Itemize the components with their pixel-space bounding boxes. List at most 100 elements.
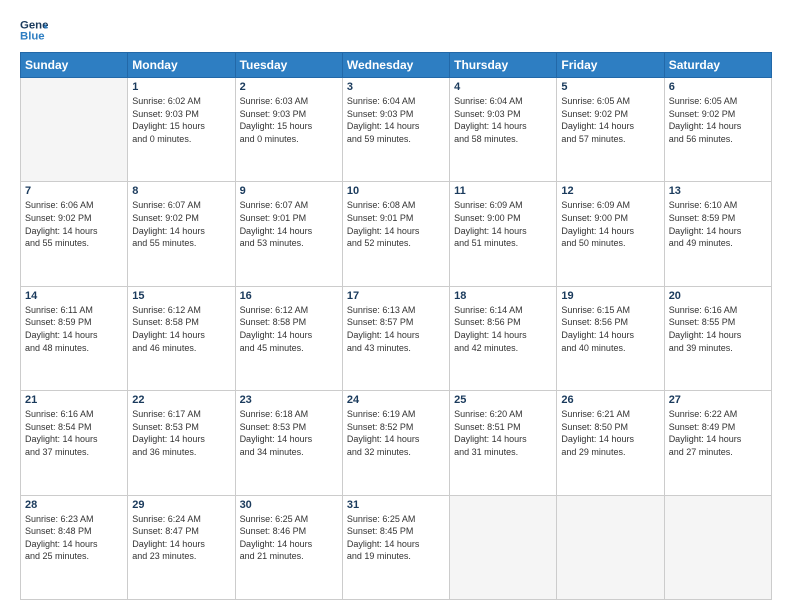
- calendar-cell: 7 Sunrise: 6:06 AM Sunset: 9:02 PM Daylig…: [21, 182, 128, 286]
- day-info: Sunrise: 6:13 AM Sunset: 8:57 PM Dayligh…: [347, 304, 445, 354]
- calendar-cell: 28 Sunrise: 6:23 AM Sunset: 8:48 PM Dayli…: [21, 495, 128, 599]
- day-info: Sunrise: 6:09 AM Sunset: 9:00 PM Dayligh…: [561, 199, 659, 249]
- calendar-cell: 20 Sunrise: 6:16 AM Sunset: 8:55 PM Dayli…: [664, 286, 771, 390]
- day-info: Sunrise: 6:05 AM Sunset: 9:02 PM Dayligh…: [669, 95, 767, 145]
- day-number: 22: [132, 394, 230, 406]
- day-number: 25: [454, 394, 552, 406]
- day-number: 5: [561, 81, 659, 93]
- calendar-cell: 3Sunrise: 6:04 AM Sunset: 9:03 PM Daylig…: [342, 78, 449, 182]
- day-number: 3: [347, 81, 445, 93]
- day-info: Sunrise: 6:25 AM Sunset: 8:46 PM Dayligh…: [240, 513, 338, 563]
- calendar-cell: 24 Sunrise: 6:19 AM Sunset: 8:52 PM Dayli…: [342, 391, 449, 495]
- day-info: Sunrise: 6:19 AM Sunset: 8:52 PM Dayligh…: [347, 408, 445, 458]
- week-row: 21 Sunrise: 6:16 AM Sunset: 8:54 PM Dayli…: [21, 391, 772, 495]
- day-number: 7: [25, 185, 123, 197]
- calendar-cell: 2 Sunrise: 6:03 AM Sunset: 9:03 PM Daylig…: [235, 78, 342, 182]
- calendar-cell: [21, 78, 128, 182]
- weekday-header-cell: Tuesday: [235, 53, 342, 78]
- day-number: 18: [454, 290, 552, 302]
- calendar-cell: 21 Sunrise: 6:16 AM Sunset: 8:54 PM Dayli…: [21, 391, 128, 495]
- day-number: 29: [132, 499, 230, 511]
- calendar-cell: 17 Sunrise: 6:13 AM Sunset: 8:57 PM Dayli…: [342, 286, 449, 390]
- day-info: Sunrise: 6:07 AM Sunset: 9:02 PM Dayligh…: [132, 199, 230, 249]
- day-info: Sunrise: 6:16 AM Sunset: 8:54 PM Dayligh…: [25, 408, 123, 458]
- week-row: 28 Sunrise: 6:23 AM Sunset: 8:48 PM Dayli…: [21, 495, 772, 599]
- day-info: Sunrise: 6:04 AM Sunset: 9:03 PM Dayligh…: [454, 95, 552, 145]
- day-info: Sunrise: 6:02 AM Sunset: 9:03 PM Dayligh…: [132, 95, 230, 145]
- calendar-cell: 18 Sunrise: 6:14 AM Sunset: 8:56 PM Dayli…: [450, 286, 557, 390]
- day-number: 16: [240, 290, 338, 302]
- weekday-header-cell: Friday: [557, 53, 664, 78]
- logo: General Blue: [20, 16, 48, 44]
- day-number: 28: [25, 499, 123, 511]
- day-number: 19: [561, 290, 659, 302]
- day-info: Sunrise: 6:15 AM Sunset: 8:56 PM Dayligh…: [561, 304, 659, 354]
- calendar-table: SundayMondayTuesdayWednesdayThursdayFrid…: [20, 52, 772, 600]
- calendar-cell: 27 Sunrise: 6:22 AM Sunset: 8:49 PM Dayli…: [664, 391, 771, 495]
- week-row: 7 Sunrise: 6:06 AM Sunset: 9:02 PM Daylig…: [21, 182, 772, 286]
- day-number: 17: [347, 290, 445, 302]
- day-info: Sunrise: 6:14 AM Sunset: 8:56 PM Dayligh…: [454, 304, 552, 354]
- day-number: 2: [240, 81, 338, 93]
- day-info: Sunrise: 6:17 AM Sunset: 8:53 PM Dayligh…: [132, 408, 230, 458]
- week-row: 14Sunrise: 6:11 AM Sunset: 8:59 PM Dayli…: [21, 286, 772, 390]
- day-info: Sunrise: 6:05 AM Sunset: 9:02 PM Dayligh…: [561, 95, 659, 145]
- calendar-cell: 30Sunrise: 6:25 AM Sunset: 8:46 PM Dayli…: [235, 495, 342, 599]
- header: General Blue: [20, 16, 772, 44]
- weekday-header-cell: Saturday: [664, 53, 771, 78]
- day-number: 12: [561, 185, 659, 197]
- day-info: Sunrise: 6:07 AM Sunset: 9:01 PM Dayligh…: [240, 199, 338, 249]
- weekday-header-cell: Wednesday: [342, 53, 449, 78]
- day-info: Sunrise: 6:06 AM Sunset: 9:02 PM Dayligh…: [25, 199, 123, 249]
- day-info: Sunrise: 6:23 AM Sunset: 8:48 PM Dayligh…: [25, 513, 123, 563]
- svg-text:General: General: [20, 19, 48, 31]
- calendar-cell: 11 Sunrise: 6:09 AM Sunset: 9:00 PM Dayli…: [450, 182, 557, 286]
- logo-icon: General Blue: [20, 16, 48, 44]
- day-info: Sunrise: 6:10 AM Sunset: 8:59 PM Dayligh…: [669, 199, 767, 249]
- calendar-cell: 26Sunrise: 6:21 AM Sunset: 8:50 PM Dayli…: [557, 391, 664, 495]
- day-info: Sunrise: 6:25 AM Sunset: 8:45 PM Dayligh…: [347, 513, 445, 563]
- day-info: Sunrise: 6:24 AM Sunset: 8:47 PM Dayligh…: [132, 513, 230, 563]
- week-row: 1 Sunrise: 6:02 AM Sunset: 9:03 PM Daylig…: [21, 78, 772, 182]
- day-info: Sunrise: 6:12 AM Sunset: 8:58 PM Dayligh…: [132, 304, 230, 354]
- calendar-cell: 10 Sunrise: 6:08 AM Sunset: 9:01 PM Dayli…: [342, 182, 449, 286]
- calendar-cell: 12 Sunrise: 6:09 AM Sunset: 9:00 PM Dayli…: [557, 182, 664, 286]
- calendar-cell: [450, 495, 557, 599]
- calendar-cell: [557, 495, 664, 599]
- day-number: 27: [669, 394, 767, 406]
- calendar-page: General Blue SundayMondayTuesdayWednesda…: [0, 0, 792, 612]
- calendar-cell: [664, 495, 771, 599]
- day-number: 9: [240, 185, 338, 197]
- day-info: Sunrise: 6:20 AM Sunset: 8:51 PM Dayligh…: [454, 408, 552, 458]
- day-info: Sunrise: 6:22 AM Sunset: 8:49 PM Dayligh…: [669, 408, 767, 458]
- calendar-cell: 31 Sunrise: 6:25 AM Sunset: 8:45 PM Dayli…: [342, 495, 449, 599]
- day-info: Sunrise: 6:18 AM Sunset: 8:53 PM Dayligh…: [240, 408, 338, 458]
- day-info: Sunrise: 6:03 AM Sunset: 9:03 PM Dayligh…: [240, 95, 338, 145]
- svg-text:Blue: Blue: [20, 31, 45, 43]
- day-number: 6: [669, 81, 767, 93]
- calendar-cell: 25 Sunrise: 6:20 AM Sunset: 8:51 PM Dayli…: [450, 391, 557, 495]
- day-number: 11: [454, 185, 552, 197]
- day-number: 20: [669, 290, 767, 302]
- calendar-cell: 23 Sunrise: 6:18 AM Sunset: 8:53 PM Dayli…: [235, 391, 342, 495]
- calendar-cell: 5 Sunrise: 6:05 AM Sunset: 9:02 PM Daylig…: [557, 78, 664, 182]
- weekday-header-cell: Sunday: [21, 53, 128, 78]
- day-number: 23: [240, 394, 338, 406]
- calendar-cell: 1 Sunrise: 6:02 AM Sunset: 9:03 PM Daylig…: [128, 78, 235, 182]
- day-number: 24: [347, 394, 445, 406]
- day-info: Sunrise: 6:12 AM Sunset: 8:58 PM Dayligh…: [240, 304, 338, 354]
- calendar-cell: 29 Sunrise: 6:24 AM Sunset: 8:47 PM Dayli…: [128, 495, 235, 599]
- day-info: Sunrise: 6:09 AM Sunset: 9:00 PM Dayligh…: [454, 199, 552, 249]
- day-number: 31: [347, 499, 445, 511]
- day-number: 21: [25, 394, 123, 406]
- day-number: 1: [132, 81, 230, 93]
- day-number: 14: [25, 290, 123, 302]
- day-number: 10: [347, 185, 445, 197]
- day-info: Sunrise: 6:08 AM Sunset: 9:01 PM Dayligh…: [347, 199, 445, 249]
- weekday-header-cell: Thursday: [450, 53, 557, 78]
- day-number: 13: [669, 185, 767, 197]
- calendar-cell: 13 Sunrise: 6:10 AM Sunset: 8:59 PM Dayli…: [664, 182, 771, 286]
- day-number: 15: [132, 290, 230, 302]
- day-info: Sunrise: 6:16 AM Sunset: 8:55 PM Dayligh…: [669, 304, 767, 354]
- calendar-cell: 4Sunrise: 6:04 AM Sunset: 9:03 PM Daylig…: [450, 78, 557, 182]
